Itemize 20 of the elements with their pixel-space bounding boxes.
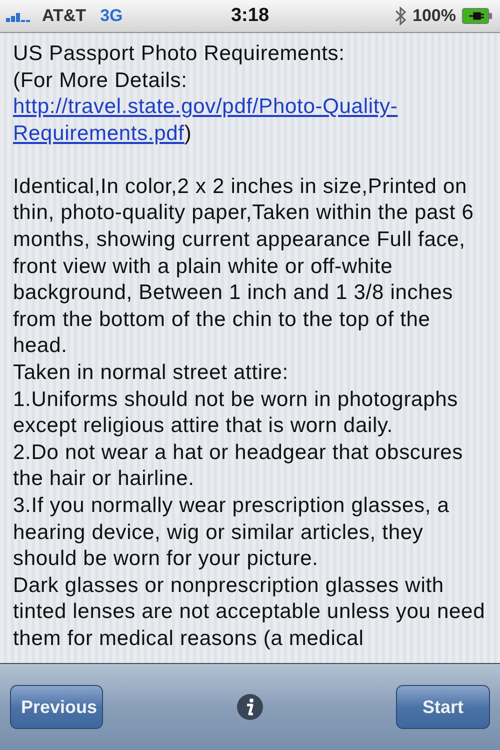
- heading-text: US Passport Photo Requirements:: [13, 41, 346, 67]
- start-button[interactable]: Start: [396, 685, 490, 729]
- bluetooth-icon: [394, 6, 407, 26]
- battery-percent: 100%: [412, 6, 456, 26]
- network-type: 3G: [100, 6, 123, 26]
- body-paragraph: 1.Uniforms should not be worn in photographs except religious attire that is worn daily.: [13, 386, 459, 440]
- previous-button[interactable]: Previous: [10, 685, 103, 729]
- body-paragraph: Dark glasses or nonprescription glasses with tinted lenses are not acceptable unless you need them for medical reasons (a medical: [13, 572, 486, 652]
- body-paragraph: Identical,In color,2 x 2 inches in size,Printed on thin, photo-quality paper,Taken within the past 6 months, showing current appearance Full face, front view with a plain white or off-white background, Between 1 inch and 1 3/8 inches from the bottom of the chin to the top of the head.: [13, 174, 475, 360]
- requirements-link[interactable]: http://travel.state.gov/pdf/Photo-Quality-: [13, 95, 398, 118]
- details-label: (For More Details:: [13, 68, 188, 94]
- closing-paren: ): [184, 122, 192, 145]
- carrier-name: AT&T: [42, 6, 86, 26]
- body-paragraph: 2.Do not wear a hat or headgear that obscures the hair or hairline.: [13, 440, 464, 492]
- requirements-link[interactable]: Requirements.pdf: [13, 122, 184, 145]
- battery-icon: [462, 8, 492, 24]
- status-time: 3:18: [230, 5, 270, 27]
- info-icon[interactable]: [236, 693, 264, 721]
- body-paragraph: Taken in normal street attire:: [13, 360, 290, 386]
- body-paragraph: 3.If you normally wear prescription glasses, a hearing device, wig or similar articles, they should be worn for your picture.: [13, 493, 450, 572]
